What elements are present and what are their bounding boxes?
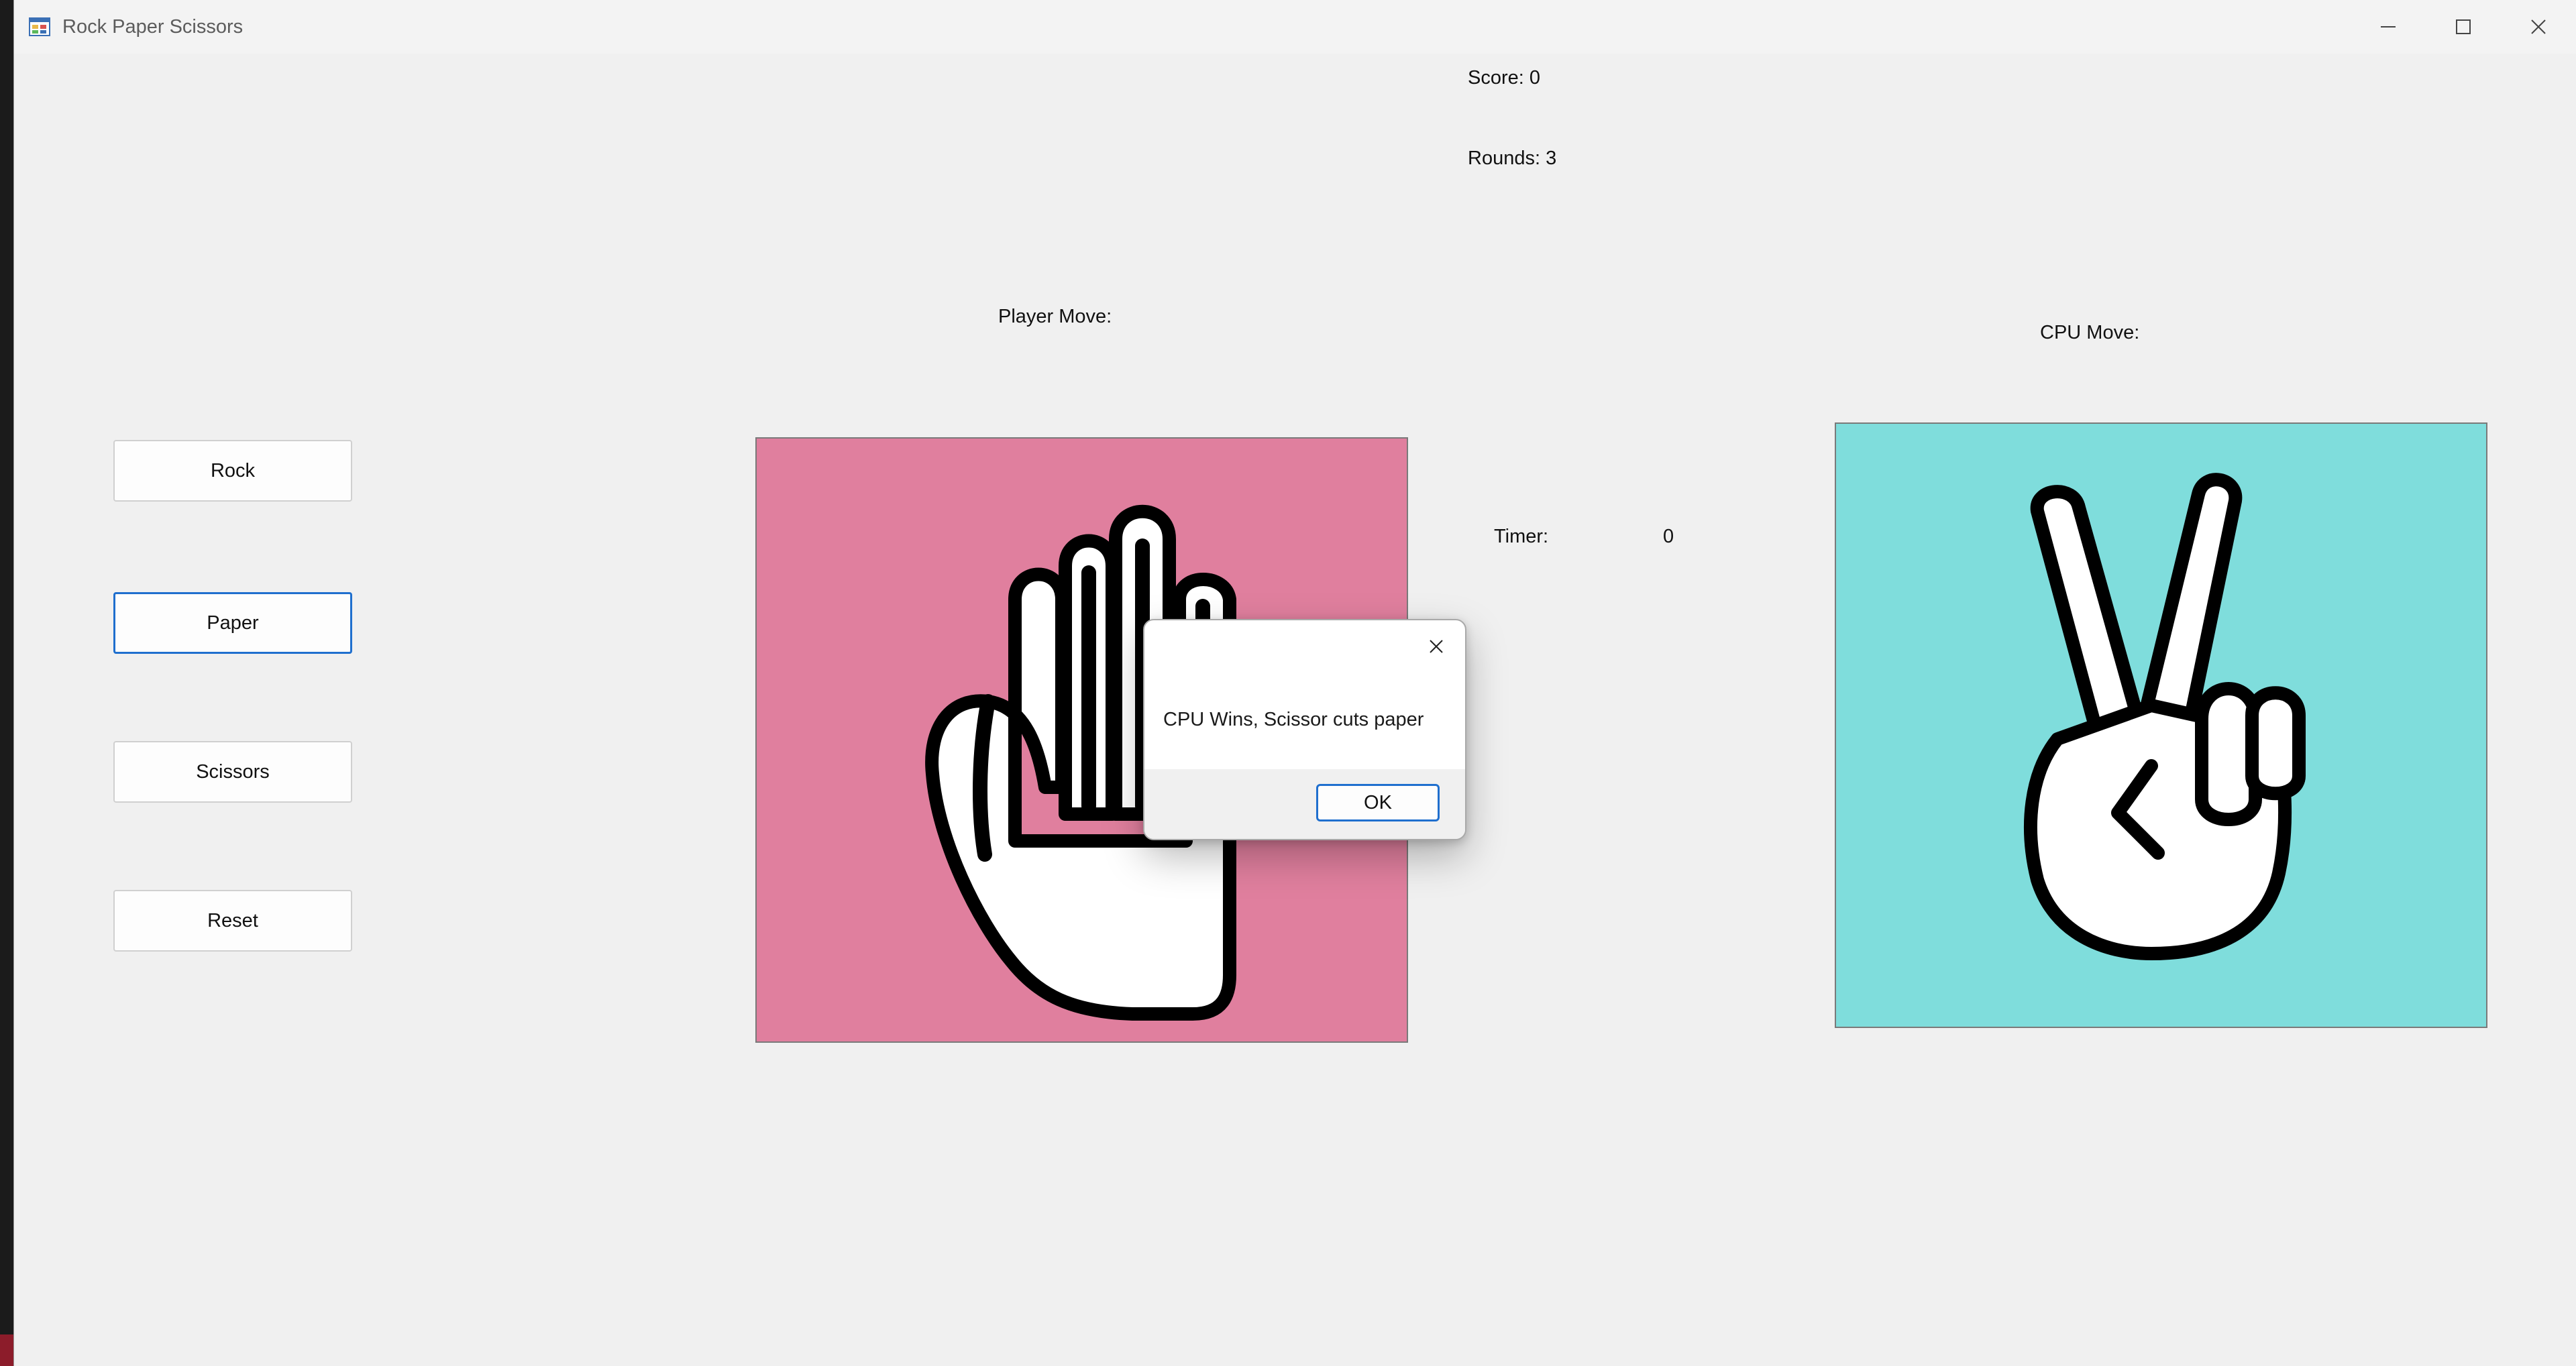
rock-button[interactable]: Rock: [113, 440, 352, 502]
dialog-close-button[interactable]: [1419, 630, 1453, 663]
maximize-icon: [2456, 19, 2471, 34]
cpu-move-label: CPU Move:: [2040, 322, 2140, 343]
ok-button[interactable]: OK: [1316, 784, 1440, 821]
close-icon: [1430, 640, 1443, 653]
minimize-icon: [2381, 26, 2396, 27]
paper-button[interactable]: Paper: [113, 592, 352, 654]
score-label: Score: 0: [1468, 67, 1540, 89]
minimize-button[interactable]: [2351, 0, 2426, 54]
taskbar-edge: [0, 1334, 13, 1366]
cpu-move-picture: [1835, 422, 2487, 1028]
reset-button[interactable]: Reset: [113, 890, 352, 952]
close-icon: [2531, 19, 2546, 34]
scissors-hand-icon: [2024, 473, 2306, 960]
timer-label: Timer:: [1494, 526, 1549, 547]
window-title: Rock Paper Scissors: [62, 16, 244, 38]
scissors-button[interactable]: Scissors: [113, 741, 352, 803]
dialog-message: CPU Wins, Scissor cuts paper: [1163, 709, 1424, 730]
message-dialog: CPU Wins, Scissor cuts paper OK: [1143, 619, 1466, 840]
app-window: Rock Paper Scissors Score: 0 Rounds: 3 T…: [13, 0, 2576, 1366]
title-bar[interactable]: Rock Paper Scissors: [14, 0, 2576, 54]
timer-value: 0: [1663, 526, 1674, 547]
maximize-button[interactable]: [2426, 0, 2501, 54]
player-move-label: Player Move:: [998, 306, 1112, 327]
rounds-label: Rounds: 3: [1468, 148, 1557, 169]
app-icon: [29, 17, 50, 36]
dialog-footer: OK: [1144, 769, 1465, 839]
close-button[interactable]: [2501, 0, 2576, 54]
